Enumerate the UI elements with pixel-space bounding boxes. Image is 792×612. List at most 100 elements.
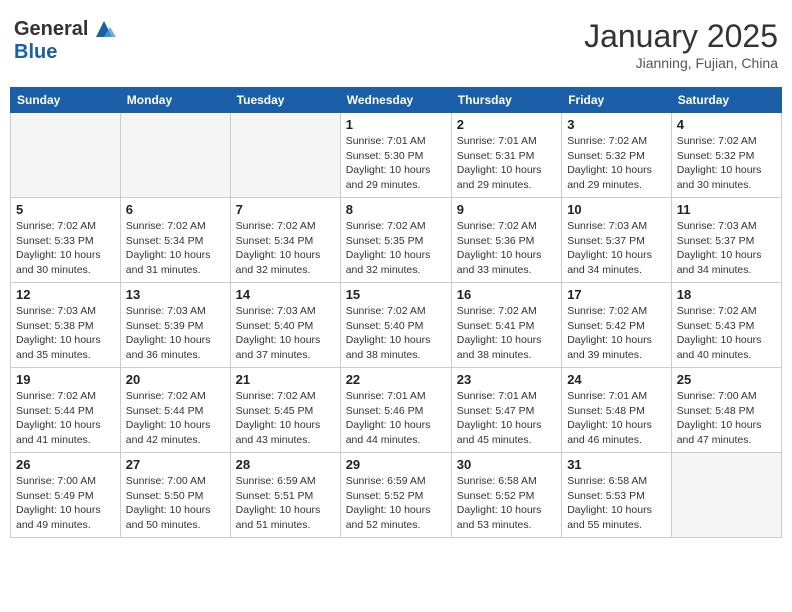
day-cell: 30 Sunrise: 6:58 AM Sunset: 5:52 PM Dayli… bbox=[451, 453, 561, 538]
weekday-header-sunday: Sunday bbox=[11, 88, 121, 113]
page-header: General Blue January 2025 Jianning, Fuji… bbox=[10, 10, 782, 79]
day-info: Sunrise: 7:03 AM Sunset: 5:39 PM Dayligh… bbox=[126, 304, 225, 363]
day-cell: 28 Sunrise: 6:59 AM Sunset: 5:51 PM Dayli… bbox=[230, 453, 340, 538]
day-info: Sunrise: 7:02 AM Sunset: 5:45 PM Dayligh… bbox=[236, 389, 335, 448]
calendar-table: SundayMondayTuesdayWednesdayThursdayFrid… bbox=[10, 87, 782, 538]
day-number: 10 bbox=[567, 202, 666, 217]
day-info: Sunrise: 7:02 AM Sunset: 5:33 PM Dayligh… bbox=[16, 219, 115, 278]
day-info: Sunrise: 7:02 AM Sunset: 5:44 PM Dayligh… bbox=[126, 389, 225, 448]
day-cell: 6Sunrise: 7:02 AM Sunset: 5:34 PM Daylig… bbox=[120, 198, 230, 283]
day-number: 7 bbox=[236, 202, 335, 217]
weekday-header-friday: Friday bbox=[562, 88, 672, 113]
day-number: 20 bbox=[126, 372, 225, 387]
day-cell: 10 Sunrise: 7:03 AM Sunset: 5:37 PM Dayli… bbox=[562, 198, 672, 283]
day-info: Sunrise: 6:59 AM Sunset: 5:52 PM Dayligh… bbox=[346, 474, 446, 533]
day-info: Sunrise: 7:01 AM Sunset: 5:46 PM Dayligh… bbox=[346, 389, 446, 448]
day-info: Sunrise: 7:01 AM Sunset: 5:47 PM Dayligh… bbox=[457, 389, 556, 448]
day-cell: 9 Sunrise: 7:02 AM Sunset: 5:36 PM Daylig… bbox=[451, 198, 561, 283]
day-info: Sunrise: 7:02 AM Sunset: 5:41 PM Dayligh… bbox=[457, 304, 556, 363]
day-cell: 19Sunrise: 7:02 AM Sunset: 5:44 PM Dayli… bbox=[11, 368, 121, 453]
logo-icon bbox=[90, 19, 118, 41]
day-number: 14 bbox=[236, 287, 335, 302]
day-cell: 11 Sunrise: 7:03 AM Sunset: 5:37 PM Dayli… bbox=[671, 198, 781, 283]
day-cell: 31 Sunrise: 6:58 AM Sunset: 5:53 PM Dayli… bbox=[562, 453, 672, 538]
logo: General Blue bbox=[14, 18, 118, 64]
day-cell: 18Sunrise: 7:02 AM Sunset: 5:43 PM Dayli… bbox=[671, 283, 781, 368]
day-number: 16 bbox=[457, 287, 556, 302]
day-cell bbox=[120, 113, 230, 198]
logo-general: General bbox=[14, 18, 88, 41]
week-row-5: 26Sunrise: 7:00 AM Sunset: 5:49 PM Dayli… bbox=[11, 453, 782, 538]
day-number: 5 bbox=[16, 202, 115, 217]
day-number: 11 bbox=[677, 202, 776, 217]
day-info: Sunrise: 7:02 AM Sunset: 5:34 PM Dayligh… bbox=[126, 219, 225, 278]
week-row-1: 1 Sunrise: 7:01 AM Sunset: 5:30 PM Daylig… bbox=[11, 113, 782, 198]
day-info: Sunrise: 7:02 AM Sunset: 5:35 PM Dayligh… bbox=[346, 219, 446, 278]
day-info: Sunrise: 7:02 AM Sunset: 5:40 PM Dayligh… bbox=[346, 304, 446, 363]
weekday-header-saturday: Saturday bbox=[671, 88, 781, 113]
day-info: Sunrise: 7:01 AM Sunset: 5:31 PM Dayligh… bbox=[457, 134, 556, 193]
day-cell: 23 Sunrise: 7:01 AM Sunset: 5:47 PM Dayli… bbox=[451, 368, 561, 453]
day-info: Sunrise: 6:58 AM Sunset: 5:52 PM Dayligh… bbox=[457, 474, 556, 533]
day-cell: 4 Sunrise: 7:02 AM Sunset: 5:32 PM Daylig… bbox=[671, 113, 781, 198]
day-cell: 5 Sunrise: 7:02 AM Sunset: 5:33 PM Daylig… bbox=[11, 198, 121, 283]
day-number: 9 bbox=[457, 202, 556, 217]
day-cell: 26Sunrise: 7:00 AM Sunset: 5:49 PM Dayli… bbox=[11, 453, 121, 538]
day-cell: 17Sunrise: 7:02 AM Sunset: 5:42 PM Dayli… bbox=[562, 283, 672, 368]
day-info: Sunrise: 7:02 AM Sunset: 5:32 PM Dayligh… bbox=[567, 134, 666, 193]
day-info: Sunrise: 7:02 AM Sunset: 5:34 PM Dayligh… bbox=[236, 219, 335, 278]
day-cell: 22 Sunrise: 7:01 AM Sunset: 5:46 PM Dayli… bbox=[340, 368, 451, 453]
day-info: Sunrise: 7:02 AM Sunset: 5:43 PM Dayligh… bbox=[677, 304, 776, 363]
day-cell: 24Sunrise: 7:01 AM Sunset: 5:48 PM Dayli… bbox=[562, 368, 672, 453]
day-cell bbox=[230, 113, 340, 198]
day-cell bbox=[11, 113, 121, 198]
week-row-4: 19Sunrise: 7:02 AM Sunset: 5:44 PM Dayli… bbox=[11, 368, 782, 453]
weekday-header-thursday: Thursday bbox=[451, 88, 561, 113]
day-info: Sunrise: 7:00 AM Sunset: 5:50 PM Dayligh… bbox=[126, 474, 225, 533]
day-number: 17 bbox=[567, 287, 666, 302]
day-cell: 29Sunrise: 6:59 AM Sunset: 5:52 PM Dayli… bbox=[340, 453, 451, 538]
title-block: January 2025 Jianning, Fujian, China bbox=[584, 18, 778, 71]
day-info: Sunrise: 7:03 AM Sunset: 5:38 PM Dayligh… bbox=[16, 304, 115, 363]
day-number: 22 bbox=[346, 372, 446, 387]
day-number: 23 bbox=[457, 372, 556, 387]
day-number: 4 bbox=[677, 117, 776, 132]
day-cell: 20 Sunrise: 7:02 AM Sunset: 5:44 PM Dayli… bbox=[120, 368, 230, 453]
weekday-header-row: SundayMondayTuesdayWednesdayThursdayFrid… bbox=[11, 88, 782, 113]
day-number: 30 bbox=[457, 457, 556, 472]
day-cell: 2 Sunrise: 7:01 AM Sunset: 5:31 PM Daylig… bbox=[451, 113, 561, 198]
day-info: Sunrise: 7:02 AM Sunset: 5:32 PM Dayligh… bbox=[677, 134, 776, 193]
location: Jianning, Fujian, China bbox=[584, 55, 778, 71]
day-number: 25 bbox=[677, 372, 776, 387]
day-cell: 25Sunrise: 7:00 AM Sunset: 5:48 PM Dayli… bbox=[671, 368, 781, 453]
day-cell: 14Sunrise: 7:03 AM Sunset: 5:40 PM Dayli… bbox=[230, 283, 340, 368]
day-number: 31 bbox=[567, 457, 666, 472]
day-info: Sunrise: 7:02 AM Sunset: 5:36 PM Dayligh… bbox=[457, 219, 556, 278]
day-number: 1 bbox=[346, 117, 446, 132]
day-info: Sunrise: 6:58 AM Sunset: 5:53 PM Dayligh… bbox=[567, 474, 666, 533]
weekday-header-tuesday: Tuesday bbox=[230, 88, 340, 113]
day-cell: 27 Sunrise: 7:00 AM Sunset: 5:50 PM Dayli… bbox=[120, 453, 230, 538]
week-row-2: 5 Sunrise: 7:02 AM Sunset: 5:33 PM Daylig… bbox=[11, 198, 782, 283]
day-info: Sunrise: 7:01 AM Sunset: 5:30 PM Dayligh… bbox=[346, 134, 446, 193]
day-number: 28 bbox=[236, 457, 335, 472]
day-info: Sunrise: 7:02 AM Sunset: 5:44 PM Dayligh… bbox=[16, 389, 115, 448]
day-cell: 1 Sunrise: 7:01 AM Sunset: 5:30 PM Daylig… bbox=[340, 113, 451, 198]
day-cell: 16 Sunrise: 7:02 AM Sunset: 5:41 PM Dayli… bbox=[451, 283, 561, 368]
day-cell bbox=[671, 453, 781, 538]
day-number: 27 bbox=[126, 457, 225, 472]
day-info: Sunrise: 7:03 AM Sunset: 5:37 PM Dayligh… bbox=[567, 219, 666, 278]
day-info: Sunrise: 7:01 AM Sunset: 5:48 PM Dayligh… bbox=[567, 389, 666, 448]
day-cell: 3 Sunrise: 7:02 AM Sunset: 5:32 PM Daylig… bbox=[562, 113, 672, 198]
day-info: Sunrise: 6:59 AM Sunset: 5:51 PM Dayligh… bbox=[236, 474, 335, 533]
day-cell: 12Sunrise: 7:03 AM Sunset: 5:38 PM Dayli… bbox=[11, 283, 121, 368]
day-cell: 15Sunrise: 7:02 AM Sunset: 5:40 PM Dayli… bbox=[340, 283, 451, 368]
day-info: Sunrise: 7:03 AM Sunset: 5:37 PM Dayligh… bbox=[677, 219, 776, 278]
day-number: 2 bbox=[457, 117, 556, 132]
day-cell: 13Sunrise: 7:03 AM Sunset: 5:39 PM Dayli… bbox=[120, 283, 230, 368]
day-cell: 7 Sunrise: 7:02 AM Sunset: 5:34 PM Daylig… bbox=[230, 198, 340, 283]
weekday-header-monday: Monday bbox=[120, 88, 230, 113]
day-number: 21 bbox=[236, 372, 335, 387]
day-number: 3 bbox=[567, 117, 666, 132]
week-row-3: 12Sunrise: 7:03 AM Sunset: 5:38 PM Dayli… bbox=[11, 283, 782, 368]
